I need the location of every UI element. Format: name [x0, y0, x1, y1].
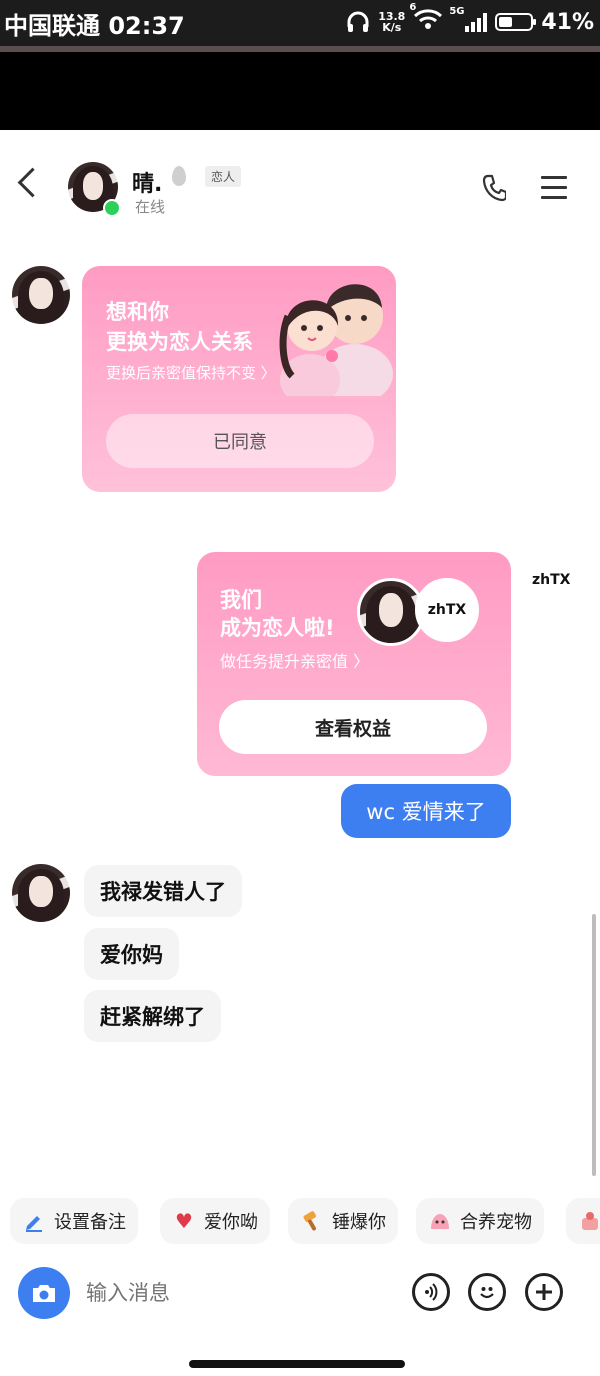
wifi-label: 6: [409, 2, 417, 13]
gift-icon: [578, 1209, 600, 1233]
view-benefits-button[interactable]: 查看权益: [219, 700, 487, 754]
signal-label: 5G: [449, 6, 465, 17]
sender-name[interactable]: zhTX: [532, 572, 570, 588]
camera-icon: [33, 1285, 55, 1302]
quick-action-more[interactable]: [566, 1198, 600, 1244]
quick-action-label: 爱你呦: [204, 1212, 258, 1233]
message-input[interactable]: [84, 1275, 388, 1313]
carrier-time: 中国联通 02:37: [4, 12, 185, 40]
outgoing-message[interactable]: wc 爱情来了: [341, 784, 511, 838]
invite-line2: 更换为恋人关系: [106, 330, 253, 354]
quick-action-label: 合养宠物: [460, 1212, 532, 1233]
lovers-line3[interactable]: 做任务提升亲密值 〉: [220, 648, 369, 672]
contact-avatar[interactable]: [12, 266, 70, 324]
phone-icon[interactable]: [482, 174, 506, 202]
back-icon[interactable]: [17, 167, 48, 198]
status-bar: 中国联通 02:37 13.8 K/s 6 5G 41%: [0, 0, 600, 46]
flame-icon: [172, 166, 186, 186]
signal-icon: 5G: [449, 6, 488, 32]
quick-action-set-remark[interactable]: 设置备注: [10, 1198, 138, 1244]
contact-name[interactable]: 晴.: [132, 166, 162, 198]
battery-percent: 41%: [541, 9, 594, 35]
lovers-line2: 成为恋人啦!: [220, 616, 335, 640]
pencil-icon: [22, 1209, 46, 1233]
top-black-band: [0, 52, 600, 130]
quick-action-label: 锤爆你: [332, 1212, 386, 1233]
invite-line3[interactable]: 更换后亲密值保持不变 〉: [106, 362, 276, 383]
incoming-message[interactable]: 爱你妈: [84, 928, 179, 980]
wifi-icon: 6: [409, 2, 443, 36]
home-indicator[interactable]: [189, 1360, 405, 1368]
scrollbar[interactable]: [592, 914, 596, 1176]
quick-action-love-you[interactable]: ♥ 爱你呦: [160, 1198, 270, 1244]
net-speed: 13.8 K/s: [378, 10, 406, 34]
incoming-message[interactable]: 我禄发错人了: [84, 865, 242, 917]
battery-icon: [495, 13, 537, 31]
quick-action-pet[interactable]: 合养宠物: [416, 1198, 544, 1244]
relationship-invite-card[interactable]: 想和你 更换为恋人关系 更换后亲密值保持不变 〉 已同意: [82, 266, 396, 492]
plus-icon: [536, 1284, 552, 1300]
chat-header: 晴. 恋人 在线: [0, 130, 600, 230]
status-icons: 13.8 K/s 6 5G 41%: [346, 2, 594, 36]
quick-actions-bar: 设置备注 ♥ 爱你呦 锤爆你 合养宠物: [0, 1198, 600, 1248]
self-avatar: zhTX: [415, 578, 479, 642]
couple-illustration: [279, 284, 393, 396]
online-status: 在线: [135, 198, 166, 216]
emoji-button[interactable]: [468, 1273, 506, 1311]
invite-line1: 想和你: [106, 300, 169, 324]
heart-face-icon: ♥: [175, 1209, 193, 1233]
menu-icon[interactable]: [541, 176, 567, 199]
pet-icon: [428, 1209, 452, 1233]
quick-action-label: 设置备注: [54, 1212, 126, 1233]
voice-button[interactable]: [412, 1273, 450, 1311]
relationship-tag: 恋人: [205, 166, 242, 187]
lovers-card[interactable]: 我们 成为恋人啦! 做任务提升亲密值 〉 zhTX 查看权益: [197, 552, 511, 776]
incoming-message[interactable]: 赶紧解绑了: [84, 990, 221, 1042]
quick-action-hammer[interactable]: 锤爆你: [288, 1198, 398, 1244]
contact-avatar[interactable]: [12, 864, 70, 922]
headphones-icon: [347, 11, 369, 32]
lovers-line1: 我们: [220, 588, 262, 612]
online-indicator: [103, 199, 121, 217]
hammer-icon: [300, 1209, 324, 1233]
agreed-button[interactable]: 已同意: [106, 414, 374, 468]
camera-button[interactable]: [18, 1267, 70, 1319]
add-button[interactable]: [525, 1273, 563, 1311]
voice-icon: [425, 1283, 438, 1301]
smile-icon: [480, 1287, 494, 1299]
